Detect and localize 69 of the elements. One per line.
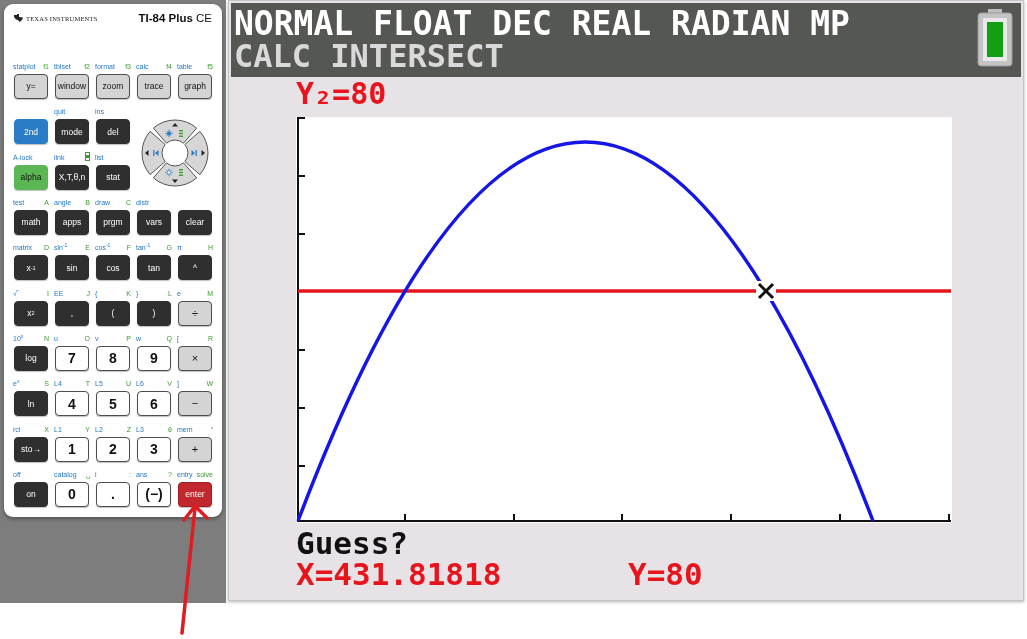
x-readout: X=431.81818 — [296, 559, 503, 590]
calculator-key[interactable]: . — [96, 481, 130, 507]
calculator-key[interactable]: alpha — [14, 164, 48, 190]
dpad-right-key[interactable] — [183, 130, 208, 175]
calculator-key[interactable]: log — [14, 345, 48, 371]
skip-right-icon — [191, 149, 197, 156]
calculator-key[interactable]: 7 — [55, 345, 89, 371]
calculator-key[interactable]: 5 — [96, 391, 130, 417]
calculator-key[interactable]: apps — [55, 210, 89, 235]
calculator-key[interactable]: , — [55, 300, 89, 326]
caret-right-icon — [201, 149, 205, 156]
calculator-key[interactable]: 8 — [96, 345, 130, 371]
caret-down-icon — [171, 179, 178, 183]
calculator-key[interactable]: ÷ — [178, 300, 212, 326]
calculator-key[interactable]: sin — [55, 255, 89, 281]
calculator-key[interactable]: (−) — [137, 481, 171, 507]
battery-icon — [977, 9, 1013, 67]
calculator-key[interactable]: 1 — [55, 436, 89, 462]
calculator-key[interactable]: prgm — [96, 210, 130, 235]
calculator-key[interactable]: tan — [137, 255, 171, 281]
dpad-left-key[interactable] — [141, 130, 166, 175]
caret-up-icon — [171, 122, 178, 127]
calculator-key[interactable]: enter — [178, 481, 212, 507]
calculator-key[interactable]: 4 — [55, 391, 89, 417]
calculator-key[interactable]: 6 — [137, 391, 171, 417]
calculator-key[interactable]: × — [178, 345, 212, 371]
calculator-key[interactable]: ^ — [178, 255, 212, 281]
calculator-key[interactable]: X,T,θ,n — [55, 164, 89, 190]
dpad-down-key[interactable] — [152, 161, 197, 187]
calculator-key[interactable]: mode — [55, 119, 89, 145]
calculator-key[interactable]: window — [55, 74, 89, 99]
calculator-key[interactable]: ) — [137, 300, 171, 326]
y-readout: Y=80 — [628, 559, 703, 590]
graph-label: Y₂=80 — [296, 77, 387, 111]
calculator-key[interactable]: − — [178, 391, 212, 417]
calculator-key[interactable]: x$^{-1}$ — [14, 255, 48, 281]
calculator-key[interactable]: y= — [14, 74, 48, 99]
skip-left-icon — [152, 149, 158, 156]
calculator-key[interactable]: graph — [178, 74, 212, 99]
caret-left-icon — [144, 149, 148, 156]
calculator-key[interactable]: clear — [178, 210, 212, 235]
prompt-text: Guess? — [296, 528, 408, 559]
calculator-key[interactable]: 2 — [96, 436, 130, 462]
calculator-key[interactable]: 0 — [55, 481, 89, 507]
status-line: NORMAL FLOAT DEC REAL RADIAN MP — [234, 7, 850, 40]
bars-icon — [178, 129, 183, 137]
calculator-key[interactable]: 3 — [137, 436, 171, 462]
calculator-key[interactable]: sto→ — [14, 436, 48, 462]
calculator-key[interactable]: trace — [137, 74, 171, 99]
calculator-key[interactable]: zoom — [96, 74, 130, 99]
calculator-key[interactable]: cos — [96, 255, 130, 281]
calculator-key[interactable]: vars — [137, 210, 171, 235]
sun-icon — [164, 128, 173, 138]
logo-icon — [14, 14, 23, 22]
sun-icon — [164, 167, 173, 177]
mode-line: CALC INTERSECT — [234, 40, 505, 72]
calculator-key[interactable]: + — [178, 436, 212, 462]
bars-icon — [178, 168, 183, 176]
dpad-up-key[interactable] — [152, 119, 197, 144]
calculator-key[interactable]: 2nd — [14, 119, 48, 145]
calculator-key[interactable]: 9 — [137, 345, 171, 371]
model-name: TI-84 Plus CE — [138, 12, 212, 24]
calculator-key[interactable]: del — [96, 119, 130, 145]
calculator-key[interactable]: x$^{2}$ — [14, 300, 48, 326]
calculator-key[interactable]: ln — [14, 391, 48, 417]
calculator-key[interactable]: on — [14, 481, 48, 507]
calculator-key[interactable]: math — [14, 210, 48, 235]
calculator-key[interactable]: ( — [96, 300, 130, 326]
calculator-key[interactable]: stat — [96, 164, 130, 190]
